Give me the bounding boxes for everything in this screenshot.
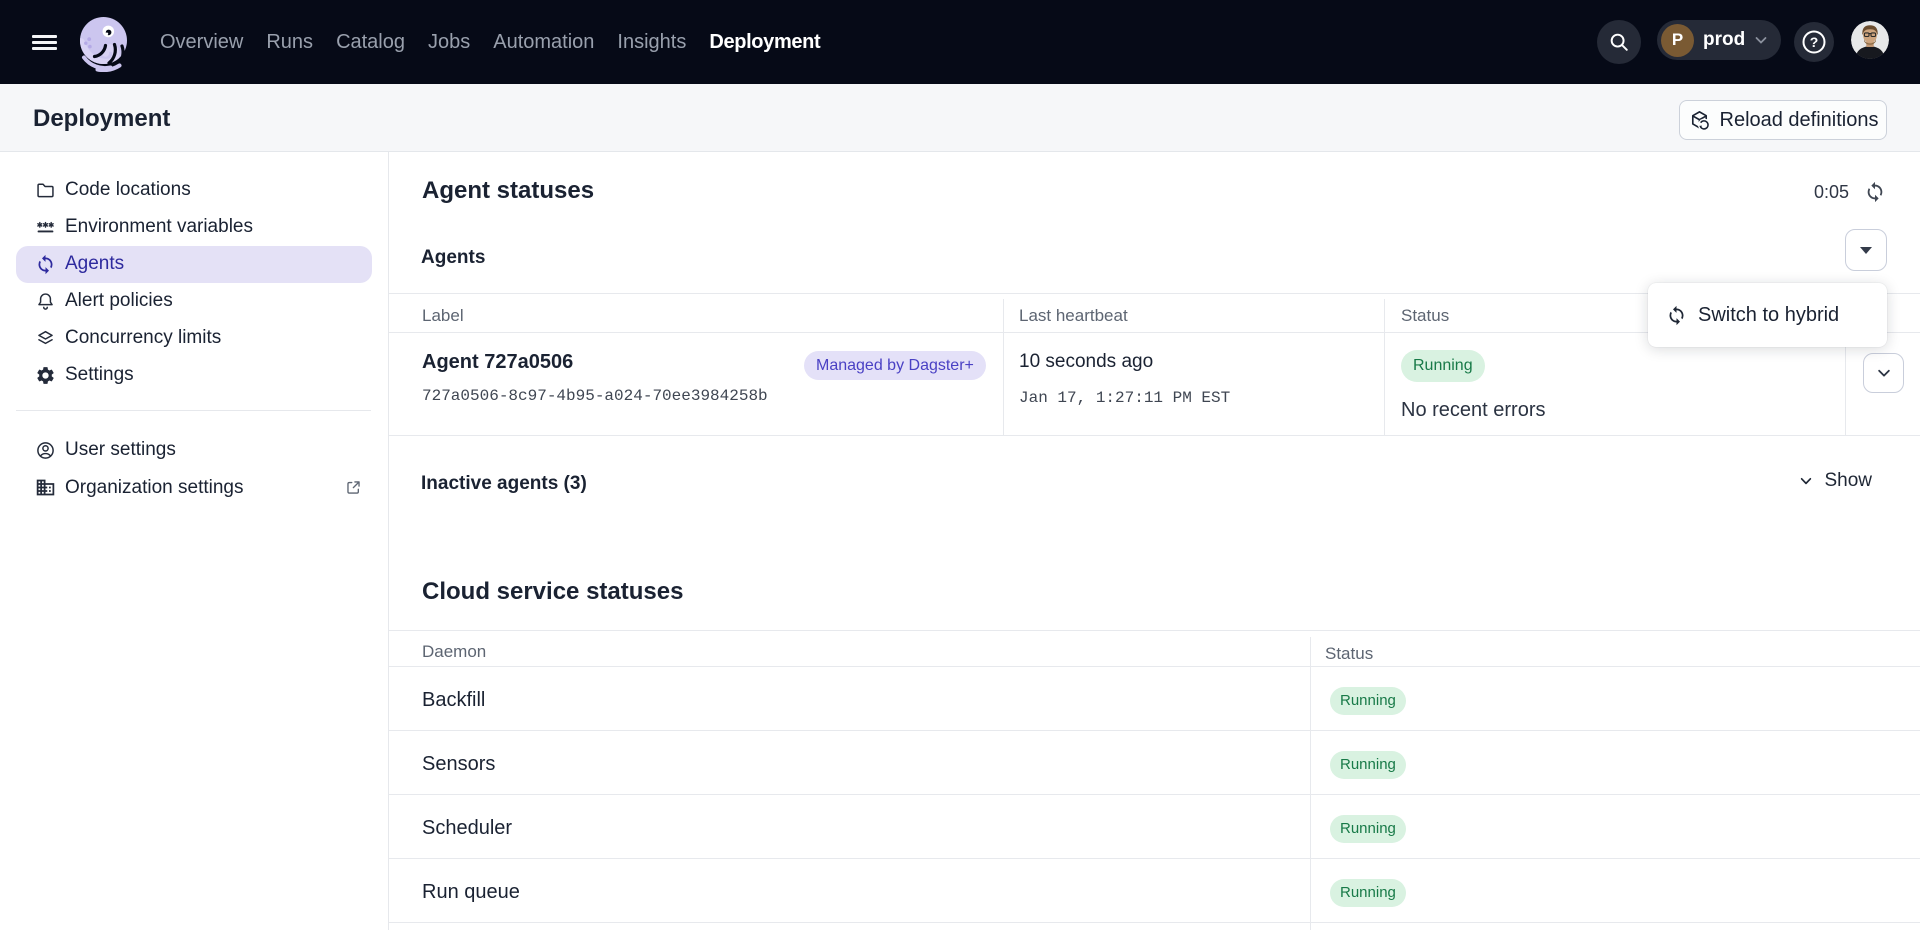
- svg-text:?: ?: [1810, 34, 1819, 50]
